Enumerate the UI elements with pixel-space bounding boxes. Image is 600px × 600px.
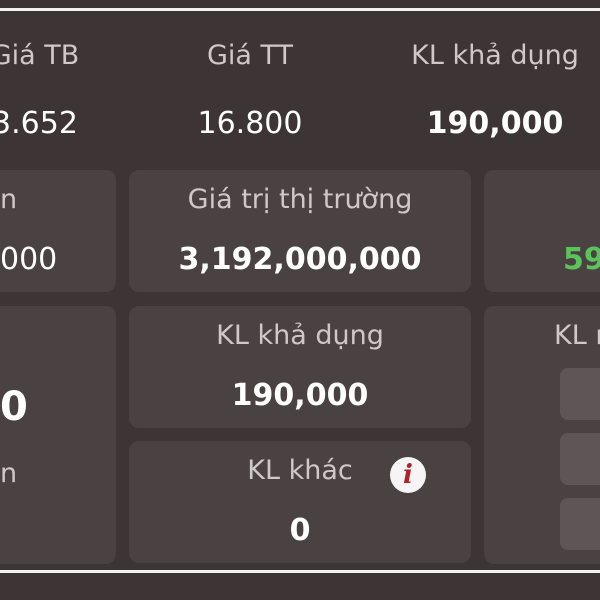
info-icon[interactable]: i xyxy=(390,457,426,493)
avg-price-label: Giá TB xyxy=(0,40,80,71)
market-price-label: Giá TT xyxy=(206,40,294,71)
available-card-value: 190,000 xyxy=(231,378,369,413)
available-qty-label: KL khả dụng xyxy=(411,40,579,71)
other-qty-value: 0 xyxy=(289,513,311,548)
left-top-card: n 000 xyxy=(0,170,116,292)
action-button-3[interactable] xyxy=(560,498,600,550)
available-card: KL khả dụng 190,000 xyxy=(129,306,471,428)
market-price-value: 16.800 xyxy=(197,106,303,141)
left-big-card: 0 n xyxy=(0,306,116,564)
profit-card: 59 xyxy=(484,170,600,292)
market-value-label: Giá trị thị trường xyxy=(187,184,413,215)
action-button-1[interactable] xyxy=(560,368,600,420)
available-card-label: KL khả dụng xyxy=(216,320,384,351)
info-icon-glyph: i xyxy=(403,460,413,490)
bottom-divider xyxy=(0,570,600,573)
available-qty-value-wrap: 190,000 xyxy=(380,106,600,141)
available-qty-value: 190,000 xyxy=(426,106,564,141)
profit-value: 59 xyxy=(563,242,600,277)
left-big-card-value: 0 xyxy=(0,384,28,430)
right-bottom-card-label: KL r xyxy=(554,320,600,351)
other-qty-card: KL khác 0 i xyxy=(129,441,471,563)
left-big-card-label: n xyxy=(0,458,18,489)
market-price-summary: Giá TT xyxy=(150,40,350,71)
market-value-value: 3,192,000,000 xyxy=(178,242,422,277)
market-value-card: Giá trị thị trường 3,192,000,000 xyxy=(129,170,471,292)
available-qty-summary: KL khả dụng xyxy=(380,40,600,71)
action-button-2[interactable] xyxy=(560,433,600,485)
right-bottom-card: KL r xyxy=(484,306,600,564)
left-top-card-label: n xyxy=(0,184,18,215)
market-price-value-wrap: 16.800 xyxy=(150,106,350,141)
avg-price-value: 3.652 xyxy=(0,106,78,141)
avg-price-value-wrap: 3.652 xyxy=(0,106,110,141)
left-top-card-value: 000 xyxy=(0,242,58,277)
avg-price-summary: Giá TB xyxy=(0,40,110,71)
top-divider xyxy=(0,8,600,11)
